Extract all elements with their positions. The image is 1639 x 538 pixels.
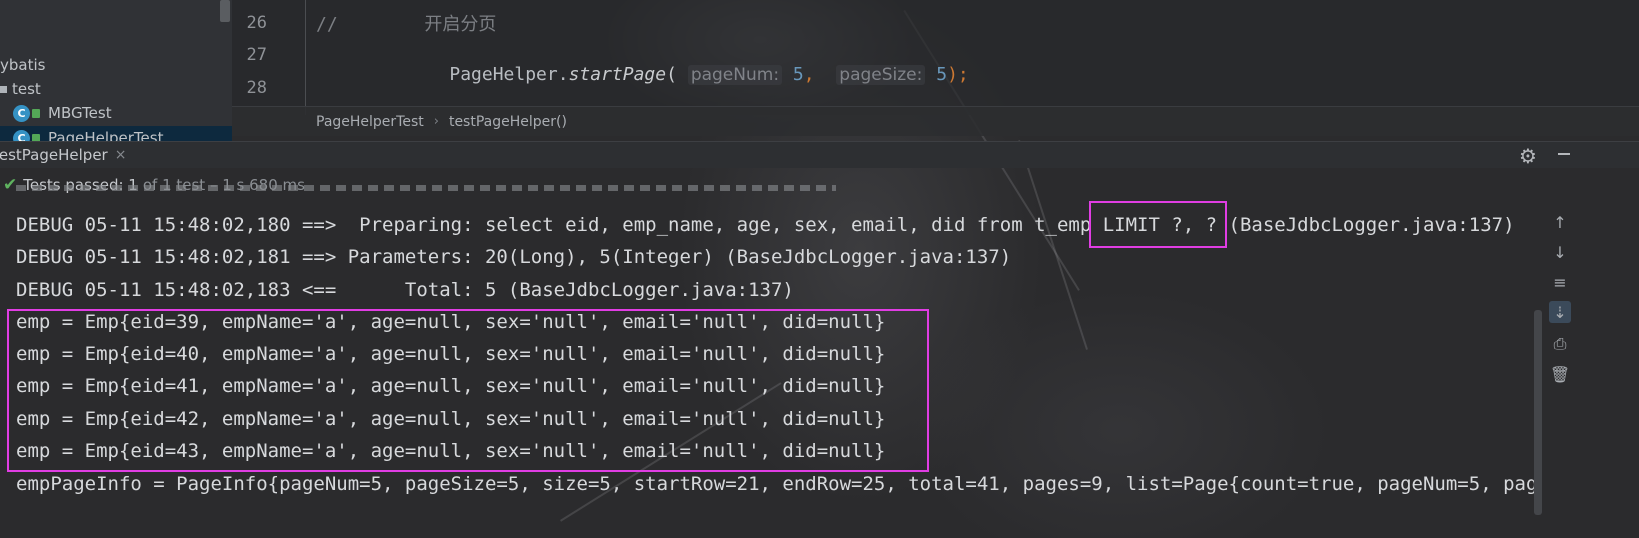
console-side-toolbar: ↑ ↓ ≡ ⇣ ⎙ 🗑 xyxy=(1545,199,1575,538)
breadcrumb-class[interactable]: PageHelperTest xyxy=(316,114,424,130)
gutter-separator xyxy=(305,0,306,115)
code-number: 5 xyxy=(936,64,948,85)
lock-icon xyxy=(32,108,40,118)
soft-wrap-icon[interactable]: ≡ xyxy=(1549,271,1571,293)
code-statement: PageHelper.startPage( pageNum: 5, pageSi… xyxy=(406,43,969,106)
trash-icon[interactable]: 🗑 xyxy=(1549,363,1571,385)
clipped-log-line xyxy=(16,185,836,191)
folder-icon xyxy=(0,85,7,93)
highlight-results-box xyxy=(7,309,929,472)
code-number: 5 xyxy=(792,64,804,85)
line-gutter: 26 27 28 xyxy=(232,0,302,115)
tree-item-label: ybatis xyxy=(0,56,46,74)
console-line: DEBUG 05-11 15:48:02,183 <== Total: 5 (B… xyxy=(16,279,794,301)
run-toolwindow-header: testPageHelper × ⚙ xyxy=(0,141,1639,168)
run-tab-label: testPageHelper xyxy=(0,146,108,164)
code-paren: ( xyxy=(666,64,677,85)
scroll-to-end-icon[interactable]: ⇣ xyxy=(1549,301,1571,323)
line-number: 28 xyxy=(246,78,267,98)
breadcrumb: PageHelperTest › testPageHelper() xyxy=(232,106,1639,136)
console-line: empPageInfo = PageInfo{pageNum=5, pageSi… xyxy=(16,473,1538,495)
code-method: startPage xyxy=(568,64,667,85)
code-close: ); xyxy=(947,64,969,85)
breadcrumb-method[interactable]: testPageHelper() xyxy=(449,114,567,130)
console-scrollbar[interactable] xyxy=(1534,310,1542,515)
code-editor[interactable]: 26 27 28 // 开启分页 PageHelper.startPage( p… xyxy=(232,0,1639,115)
close-icon[interactable]: × xyxy=(115,147,127,163)
print-icon[interactable]: ⎙ xyxy=(1549,333,1571,355)
console-line: DEBUG 05-11 15:48:02,181 ==> Parameters:… xyxy=(16,246,1012,268)
line-number: 26 xyxy=(246,13,267,33)
console-line: DEBUG 05-11 15:48:02,180 ==> Preparing: … xyxy=(16,214,1515,236)
arrow-down-icon[interactable]: ↓ xyxy=(1549,241,1571,263)
tree-item-test-folder[interactable]: test xyxy=(0,78,41,100)
highlight-limit-box xyxy=(1089,201,1227,248)
class-icon: C xyxy=(13,104,30,122)
gear-icon[interactable]: ⚙ xyxy=(1519,144,1537,168)
console-output[interactable]: DEBUG 05-11 15:48:02,180 ==> Preparing: … xyxy=(0,185,1639,538)
tree-scrollbar[interactable] xyxy=(220,0,230,22)
tree-item-label: test xyxy=(12,80,41,98)
tree-item-label: MBGTest xyxy=(48,104,112,122)
line-number: 27 xyxy=(246,45,267,65)
run-tab[interactable]: testPageHelper × xyxy=(0,142,126,168)
code-comment: // 开启分页 xyxy=(316,14,497,35)
arrow-up-icon[interactable]: ↑ xyxy=(1549,211,1571,233)
minimize-icon[interactable] xyxy=(1558,153,1570,155)
project-tree-panel: ybatis test C MBGTest C PageHelperTest xyxy=(0,0,232,143)
tree-item-module[interactable]: ybatis xyxy=(0,54,45,76)
code-receiver: PageHelper. xyxy=(449,64,569,85)
code-comma: , xyxy=(803,64,815,85)
param-hint: pageSize: xyxy=(836,65,926,85)
chevron-right-icon: › xyxy=(433,114,439,129)
tree-item-mbgtest[interactable]: C MBGTest xyxy=(13,102,112,124)
param-hint: pageNum: xyxy=(687,65,783,85)
